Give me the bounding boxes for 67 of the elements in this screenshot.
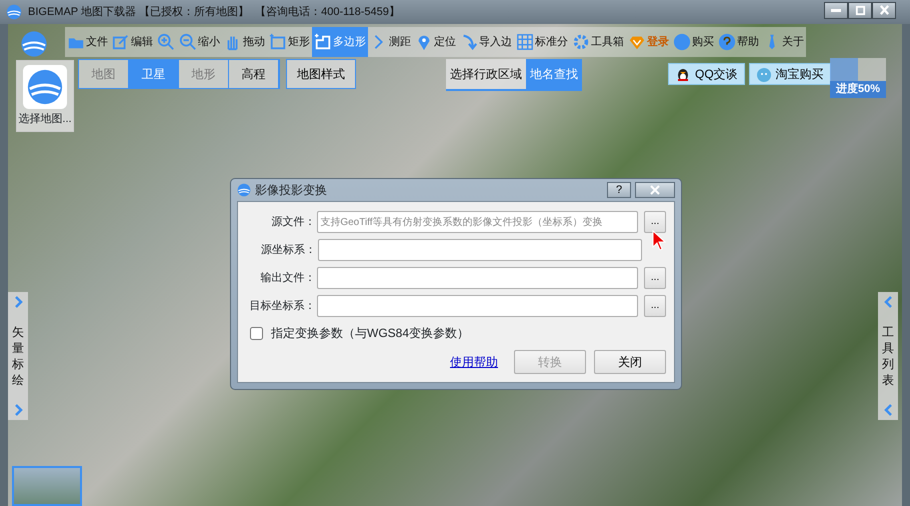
dialog-button[interactable]: 关闭: [594, 350, 666, 374]
cursor-icon: [652, 230, 666, 250]
chevron-icon: [13, 296, 23, 308]
browse-button[interactable]: ...: [644, 295, 666, 317]
earth-globe-icon: [26, 68, 64, 106]
field-label: 目标坐标系：: [248, 298, 316, 314]
input-field[interactable]: [317, 295, 638, 317]
chevron-icon: [883, 404, 893, 416]
app-logo-icon: [6, 4, 22, 20]
rectangle-icon: [269, 33, 287, 51]
browse-button[interactable]: ...: [644, 267, 666, 289]
input-field[interactable]: [318, 239, 642, 261]
close-button[interactable]: [635, 182, 675, 198]
zoom-out-icon: [179, 33, 197, 51]
toolbar-button[interactable]: 定位: [413, 27, 458, 57]
toolbar-button[interactable]: 测距: [368, 27, 413, 57]
tool-list-panel[interactable]: 工具列表: [878, 292, 898, 420]
browse-button[interactable]: ...: [644, 211, 666, 233]
minimize-button[interactable]: [824, 2, 848, 19]
polygon-icon: [314, 33, 332, 51]
zoom-in-icon: [157, 33, 175, 51]
checkbox[interactable]: [250, 326, 263, 340]
toolbar-button[interactable]: 关于: [761, 27, 806, 57]
pencil-square-icon: [112, 33, 130, 51]
vector-drawing-panel[interactable]: 矢量标绘: [8, 292, 28, 420]
field-label: 输出文件：: [259, 270, 316, 286]
region-tab[interactable]: 选择行政区域: [446, 59, 526, 89]
chevron-icon: [883, 296, 893, 308]
minimize-icon: [831, 9, 841, 12]
chevron-icon: [13, 404, 23, 416]
maximize-button[interactable]: [848, 2, 872, 19]
toolbar-button[interactable]: 导入边: [458, 27, 514, 57]
contact-button[interactable]: QQ交谈: [668, 63, 745, 85]
toolbar-button[interactable]: 购买: [671, 27, 716, 57]
minimap-thumbnail[interactable]: [12, 466, 82, 506]
close-icon: [878, 5, 890, 16]
penguin-icon: [675, 66, 691, 82]
window-title: BIGEMAP 地图下载器 【已授权：所有地图】 【咨询电话：400-118-5459】: [28, 4, 400, 20]
toolbar-button[interactable]: 编辑: [110, 27, 155, 57]
globe-logo-icon: [20, 30, 48, 58]
map-selector-button[interactable]: 选择地图...: [16, 60, 74, 132]
maximize-icon: [854, 5, 866, 16]
map-type-tab[interactable]: 高程: [229, 60, 279, 88]
toolbar-button[interactable]: 缩小: [177, 27, 222, 57]
toolbar-button[interactable]: 矩形: [267, 27, 312, 57]
help-link[interactable]: 使用帮助: [450, 353, 498, 371]
checkbox-label: 指定变换参数（与WGS84变换参数）: [271, 325, 470, 342]
field-label: 源文件：: [270, 214, 316, 230]
help-button[interactable]: ?: [607, 182, 631, 198]
field-label: 源坐标系：: [260, 242, 317, 258]
close-icon: [650, 184, 660, 195]
close-button[interactable]: [872, 2, 896, 19]
toolbar-button[interactable]: 文件: [65, 27, 110, 57]
input-field[interactable]: [317, 267, 638, 289]
dialog-title: 影像投影变换: [255, 182, 328, 199]
input-field[interactable]: 支持GeoTiff等具有仿射变换系数的影像文件投影（坐标系）变换: [317, 211, 638, 233]
toolbar-button[interactable]: 帮助: [716, 27, 761, 57]
toolbar-button[interactable]: 拖动: [222, 27, 267, 57]
map-style-button[interactable]: 地图样式: [286, 59, 356, 89]
toolbar-button[interactable]: 标准分: [514, 27, 570, 57]
question-icon: [718, 33, 736, 51]
toolbar-button[interactable]: 工具箱: [570, 27, 626, 57]
progress-label: 进度50%: [830, 81, 886, 98]
app-logo-icon: [237, 183, 251, 197]
grid-icon: [516, 33, 534, 51]
contact-button[interactable]: 淘宝购买: [748, 63, 831, 85]
circle-icon: [673, 33, 691, 51]
